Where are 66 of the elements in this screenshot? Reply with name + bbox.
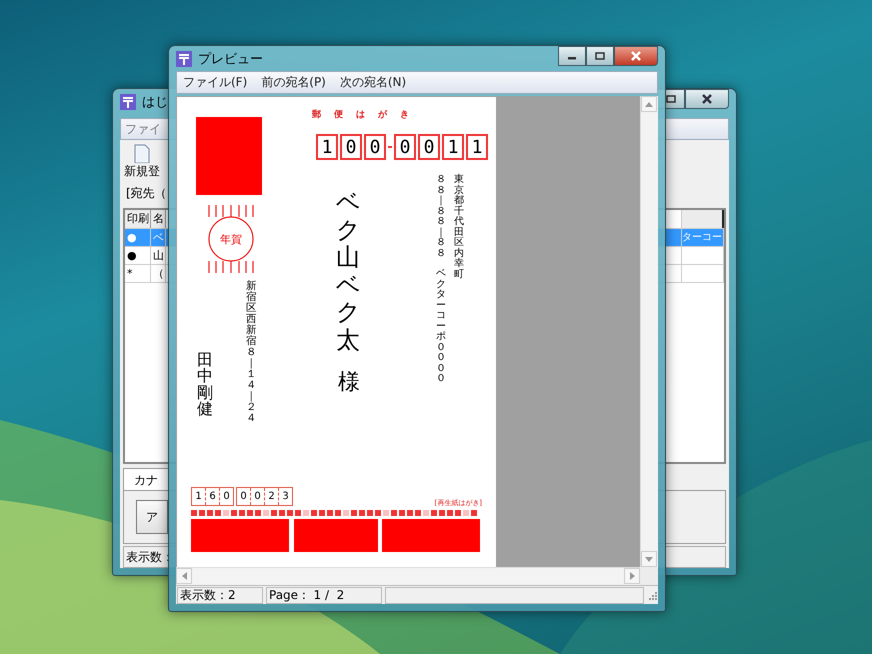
postal-code-digit: 0: [364, 134, 386, 160]
column-header[interactable]: 名: [150, 210, 166, 228]
window-title: プレビュー: [198, 50, 263, 68]
close-icon: [701, 94, 713, 104]
document-icon: [133, 144, 151, 163]
recipient-address: 東京都千代田区内幸町: [454, 175, 464, 280]
kana-button[interactable]: ア: [136, 500, 168, 534]
status-panel: Page : 1 / 2: [266, 586, 382, 604]
table-cell: 山: [150, 247, 166, 264]
window-title: はじ: [142, 94, 168, 110]
table-cell: （: [150, 265, 166, 282]
minimize-button[interactable]: [558, 46, 586, 66]
scroll-left-button[interactable]: [176, 568, 192, 584]
up-arrow-icon: [645, 102, 653, 106]
recipient-name: ベク山ベク太: [336, 189, 360, 355]
table-cell: ターコー: [682, 229, 724, 246]
table-cell: ベ: [150, 229, 166, 246]
menu-item[interactable]: ファイ: [125, 120, 161, 138]
status-panel: 表示数：2: [177, 586, 263, 604]
sender-postal-code-digit: 0: [222, 490, 231, 504]
postal-mark-icon: [120, 94, 136, 110]
vertical-scrollbar[interactable]: [640, 96, 658, 567]
horizontal-scrollbar[interactable]: [176, 567, 640, 585]
scroll-right-button[interactable]: [624, 568, 640, 584]
sender-postal-code-digit: 2: [265, 488, 279, 505]
close-button[interactable]: [614, 46, 658, 66]
close-icon: [630, 51, 642, 61]
left-arrow-icon: [182, 572, 186, 580]
postal-code-digit: 1: [316, 134, 338, 160]
postal-code-digit: 1: [466, 134, 488, 160]
menu-item[interactable]: 前の宛名(P): [261, 74, 326, 91]
table-cell[interactable]: *: [125, 265, 151, 282]
postal-code-digit: 1: [442, 134, 464, 160]
new-entry-button[interactable]: 新規登: [123, 142, 161, 182]
postcard-header: 郵便はがき: [312, 108, 422, 121]
maximize-icon: [666, 95, 676, 103]
tab[interactable]: カナ: [123, 468, 169, 490]
sender-postal-code-digit: 3: [281, 490, 290, 504]
right-arrow-icon: [630, 572, 634, 580]
postal-code-digit: 0: [340, 134, 362, 160]
sender-address: 新宿区西新宿８｜１４｜２４: [246, 281, 256, 424]
resize-grip-icon[interactable]: [647, 590, 657, 600]
sender-postal-code-digit: 0: [251, 488, 265, 505]
recipient-address: ベクターコーポ００００: [436, 269, 446, 384]
menu-item[interactable]: ファイル(F): [183, 74, 248, 91]
postmark: 年賀: [205, 205, 257, 273]
sender-postal-code-digit: 6: [206, 488, 220, 505]
scroll-down-button[interactable]: [641, 551, 657, 567]
scroll-up-button[interactable]: [641, 96, 657, 112]
honorific: 様: [338, 371, 360, 394]
postal-code-digit: 0: [394, 134, 416, 160]
table-cell[interactable]: ●: [125, 247, 151, 264]
postal-mark-icon: [176, 50, 192, 66]
down-arrow-icon: [645, 556, 653, 562]
column-header[interactable]: [682, 210, 724, 228]
postal-code-digit: 0: [418, 134, 440, 160]
filter-label: [宛先（: [126, 185, 167, 202]
close-button[interactable]: [685, 89, 729, 109]
maximize-button[interactable]: [586, 46, 614, 66]
sender-postal-code-digit: 1: [192, 488, 206, 505]
recipient-address: ８８｜８８｜８８: [436, 175, 446, 259]
menu-item[interactable]: 次の宛名(N): [340, 74, 406, 91]
maximize-icon: [595, 52, 605, 60]
sender-postal-code-digit: 0: [237, 488, 251, 505]
column-header[interactable]: 印刷: [125, 210, 151, 228]
sender-name: 田中剛健: [197, 352, 213, 418]
